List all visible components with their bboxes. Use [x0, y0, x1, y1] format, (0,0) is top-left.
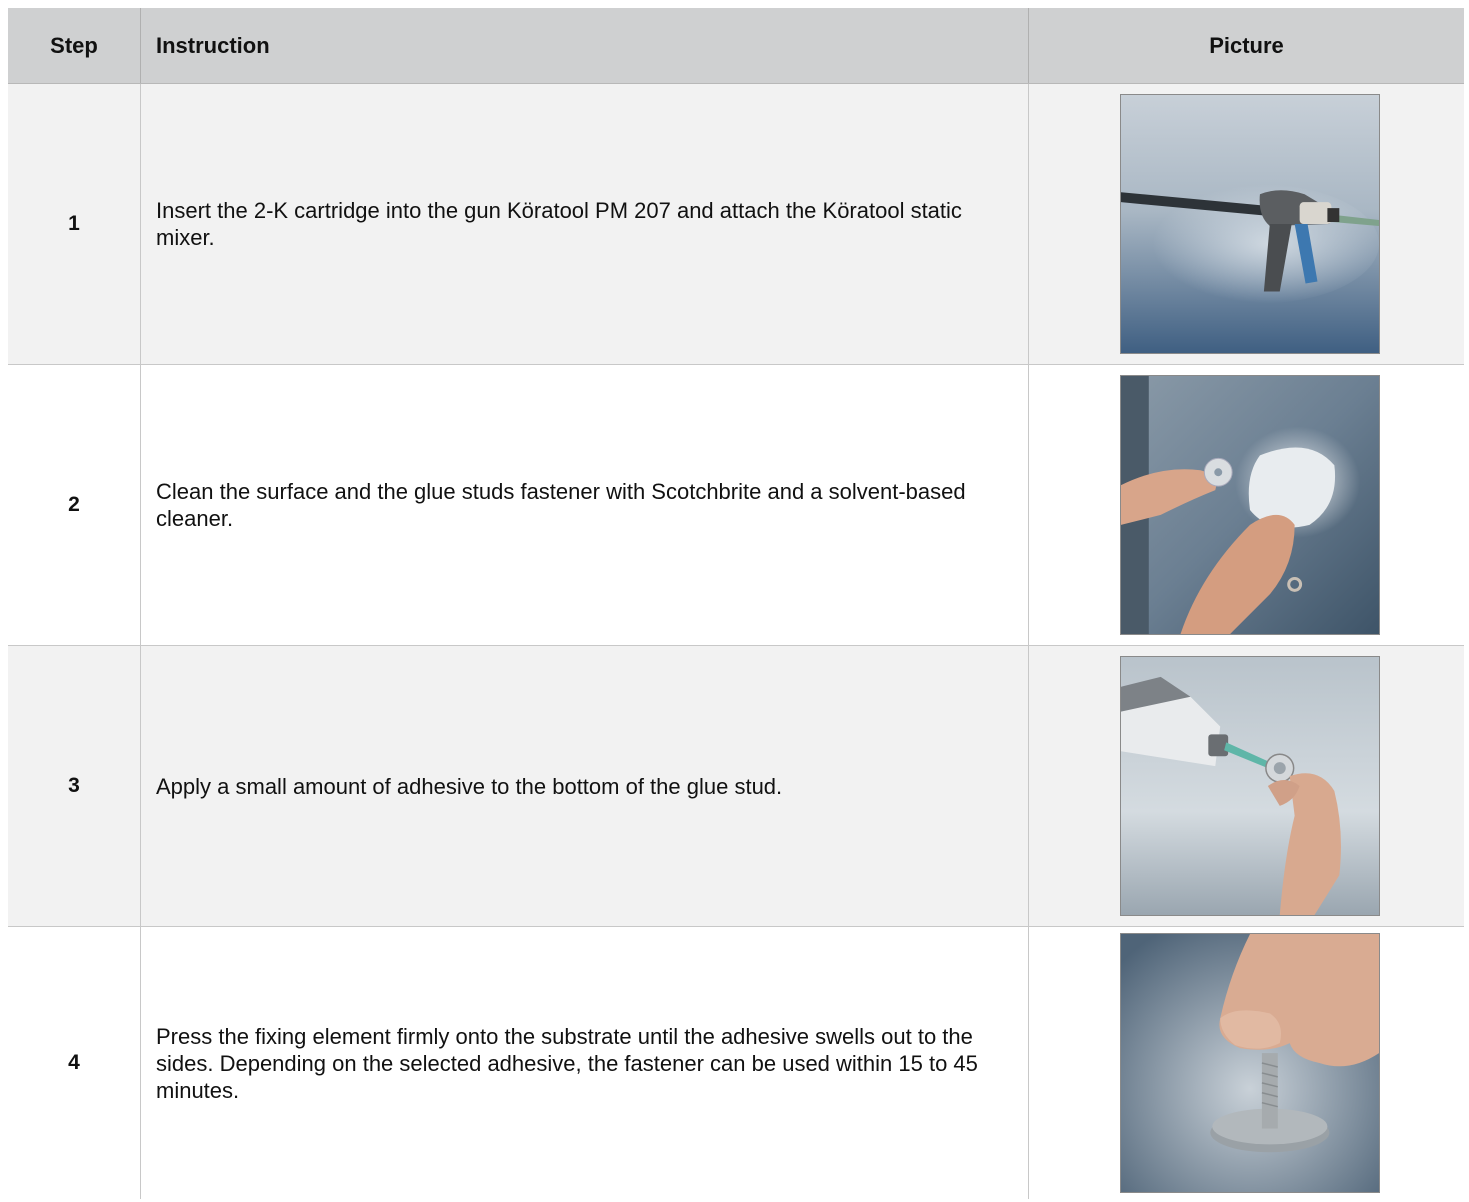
header-picture: Picture [1209, 32, 1284, 58]
step-cell: 4 [8, 927, 141, 1199]
table-row: 2 Clean the surface and the glue studs f… [8, 365, 1464, 646]
header-step: Step [8, 8, 141, 83]
instruction-cell: Apply a small amount of adhesive to the … [141, 646, 1029, 926]
instruction-text: Insert the 2-K cartridge into the gun Kö… [156, 198, 962, 250]
step-cell: 2 [8, 365, 141, 645]
step-number: 4 [68, 1051, 80, 1074]
table-row: 4 Press the fixing element firmly onto t… [8, 927, 1464, 1199]
instruction-cell: Clean the surface and the glue studs fas… [141, 365, 1029, 645]
instruction-text: Press the fixing element firmly onto the… [156, 1023, 978, 1103]
step-number: 2 [68, 493, 80, 516]
instruction-cell: Press the fixing element firmly onto the… [141, 927, 1029, 1199]
picture-cell [1029, 84, 1464, 364]
step-cell: 1 [8, 84, 141, 364]
step-number: 3 [68, 774, 80, 797]
instruction-text: Clean the surface and the glue studs fas… [156, 479, 966, 531]
pressing-fastener-photo [1119, 933, 1380, 1193]
picture-cell [1029, 927, 1464, 1199]
table-row: 1 Insert the 2-K cartridge into the gun … [8, 84, 1464, 365]
instruction-text: Apply a small amount of adhesive to the … [156, 773, 783, 799]
step-cell: 3 [8, 646, 141, 926]
cartridge-gun-photo [1119, 94, 1380, 354]
instruction-table: Step Instruction Picture 1 Insert the 2-… [8, 8, 1464, 1199]
applying-adhesive-photo [1119, 656, 1380, 916]
picture-cell [1029, 646, 1464, 926]
table-row: 3 Apply a small amount of adhesive to th… [8, 646, 1464, 927]
step-number: 1 [68, 212, 80, 235]
picture-cell [1029, 365, 1464, 645]
cleaning-surface-photo [1119, 375, 1380, 635]
header-instruction: Instruction [141, 8, 1029, 83]
instruction-cell: Insert the 2-K cartridge into the gun Kö… [141, 84, 1029, 364]
table-header-row: Step Instruction Picture [8, 8, 1464, 84]
